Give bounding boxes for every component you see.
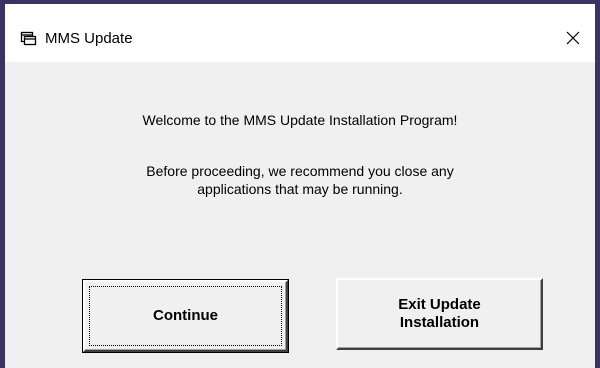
advice-line-2: applications that may be running. [197,181,403,197]
advice-message: Before proceeding, we recommend you clos… [5,162,595,198]
exit-button-label-line-1: Exit Update [398,296,481,313]
continue-button[interactable]: Continue [82,279,289,353]
welcome-message: Welcome to the MMS Update Installation P… [142,112,458,128]
window-title: MMS Update [45,30,133,47]
close-icon [566,31,580,45]
dialog-window: MMS Update Welcome to the MMS Update Ins… [0,0,600,368]
title-bar[interactable]: MMS Update [5,4,595,62]
advice-line-1: Before proceeding, we recommend you clos… [146,163,454,179]
exit-update-installation-button[interactable]: Exit Update Installation [336,278,543,350]
dialog-content: Welcome to the MMS Update Installation P… [5,62,595,368]
close-button[interactable] [551,18,595,58]
exit-button-label: Exit Update Installation [398,296,481,332]
focus-rectangle [89,286,282,346]
app-window-icon [20,31,37,46]
exit-button-label-line-2: Installation [399,314,480,331]
